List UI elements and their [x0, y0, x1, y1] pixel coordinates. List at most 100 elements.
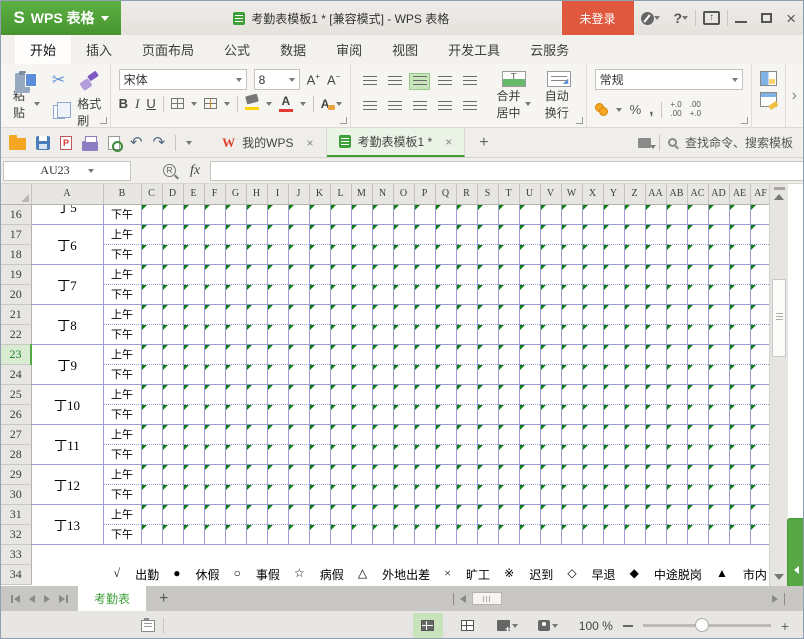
cell[interactable]: [540, 224, 561, 244]
cell[interactable]: [183, 264, 204, 284]
cell[interactable]: [624, 524, 645, 544]
cell[interactable]: [414, 264, 435, 284]
cell[interactable]: [372, 484, 393, 504]
scroll-down-icon[interactable]: [774, 574, 784, 580]
cell[interactable]: [687, 204, 708, 224]
period-cell[interactable]: 下午: [103, 444, 141, 464]
select-all-corner[interactable]: [1, 184, 31, 204]
quick-access-dropdown-icon[interactable]: [186, 141, 192, 145]
cell[interactable]: [477, 244, 498, 264]
cell[interactable]: [666, 284, 687, 304]
cell[interactable]: [687, 504, 708, 524]
next-sheet-button[interactable]: [44, 595, 50, 603]
zoom-in-button[interactable]: +: [781, 619, 789, 633]
cell[interactable]: [477, 264, 498, 284]
cell[interactable]: [624, 444, 645, 464]
cell[interactable]: [498, 284, 519, 304]
align-center-button[interactable]: [384, 98, 405, 115]
cell[interactable]: [687, 264, 708, 284]
cell[interactable]: [687, 344, 708, 364]
col-header-A[interactable]: A: [31, 184, 103, 204]
prev-sheet-button[interactable]: [29, 595, 35, 603]
cell[interactable]: [666, 324, 687, 344]
cell[interactable]: [330, 304, 351, 324]
dialog-launcher-icon[interactable]: [100, 117, 107, 124]
cell[interactable]: [183, 204, 204, 224]
cell[interactable]: [687, 524, 708, 544]
cell[interactable]: [456, 264, 477, 284]
cell[interactable]: [540, 404, 561, 424]
login-button[interactable]: 未登录: [562, 1, 634, 35]
cell[interactable]: [729, 484, 750, 504]
zoom-slider-knob[interactable]: [695, 618, 709, 632]
cell[interactable]: [414, 304, 435, 324]
cell[interactable]: [477, 464, 498, 484]
cell[interactable]: [750, 364, 771, 384]
cell[interactable]: [141, 404, 162, 424]
cell[interactable]: [456, 224, 477, 244]
cell[interactable]: [498, 244, 519, 264]
cell[interactable]: [540, 484, 561, 504]
cell[interactable]: [456, 384, 477, 404]
cell[interactable]: [288, 384, 309, 404]
row-header-26[interactable]: 26: [1, 404, 31, 424]
cell[interactable]: [246, 364, 267, 384]
cell[interactable]: [246, 444, 267, 464]
ribbon-expand-button[interactable]: ›: [786, 64, 803, 127]
cell[interactable]: [603, 344, 624, 364]
cell[interactable]: [540, 424, 561, 444]
cell[interactable]: [561, 524, 582, 544]
cell[interactable]: [309, 264, 330, 284]
cell[interactable]: [519, 364, 540, 384]
cell[interactable]: [204, 504, 225, 524]
cell[interactable]: [267, 264, 288, 284]
open-icon[interactable]: [9, 138, 26, 150]
cell[interactable]: [603, 484, 624, 504]
cell[interactable]: [750, 304, 771, 324]
split-handle[interactable]: [774, 187, 785, 190]
col-header-AC[interactable]: AC: [687, 184, 708, 204]
cell[interactable]: [414, 244, 435, 264]
row-header-29[interactable]: 29: [1, 464, 31, 484]
cell[interactable]: [267, 464, 288, 484]
cell[interactable]: [267, 244, 288, 264]
cell[interactable]: [666, 484, 687, 504]
cell[interactable]: [708, 424, 729, 444]
cell[interactable]: [624, 424, 645, 444]
cell[interactable]: [141, 524, 162, 544]
cell[interactable]: [267, 224, 288, 244]
shrink-font-button[interactable]: A−: [327, 72, 340, 87]
cell[interactable]: [603, 464, 624, 484]
cell[interactable]: [687, 304, 708, 324]
cell[interactable]: [456, 424, 477, 444]
cell[interactable]: [750, 424, 771, 444]
cell[interactable]: [372, 284, 393, 304]
cell[interactable]: [330, 364, 351, 384]
period-cell[interactable]: 下午: [103, 484, 141, 504]
col-header-K[interactable]: K: [309, 184, 330, 204]
cell[interactable]: [372, 304, 393, 324]
cell[interactable]: [645, 304, 666, 324]
cell[interactable]: [708, 524, 729, 544]
cell[interactable]: [456, 204, 477, 224]
cell[interactable]: [204, 324, 225, 344]
cell[interactable]: [225, 364, 246, 384]
cell[interactable]: [582, 524, 603, 544]
cell[interactable]: [708, 264, 729, 284]
close-button[interactable]: ×: [779, 1, 803, 35]
cell[interactable]: [288, 224, 309, 244]
cell[interactable]: [624, 264, 645, 284]
selection-info-icon[interactable]: [141, 620, 155, 632]
cell[interactable]: [477, 424, 498, 444]
cell[interactable]: [519, 204, 540, 224]
cell[interactable]: [246, 284, 267, 304]
cell[interactable]: [519, 224, 540, 244]
cell[interactable]: [435, 464, 456, 484]
underline-button[interactable]: U: [146, 96, 155, 111]
cell[interactable]: [666, 404, 687, 424]
cell[interactable]: [162, 404, 183, 424]
col-header-J[interactable]: J: [288, 184, 309, 204]
cell[interactable]: [645, 244, 666, 264]
cell[interactable]: [309, 504, 330, 524]
period-cell[interactable]: 上午: [103, 464, 141, 484]
